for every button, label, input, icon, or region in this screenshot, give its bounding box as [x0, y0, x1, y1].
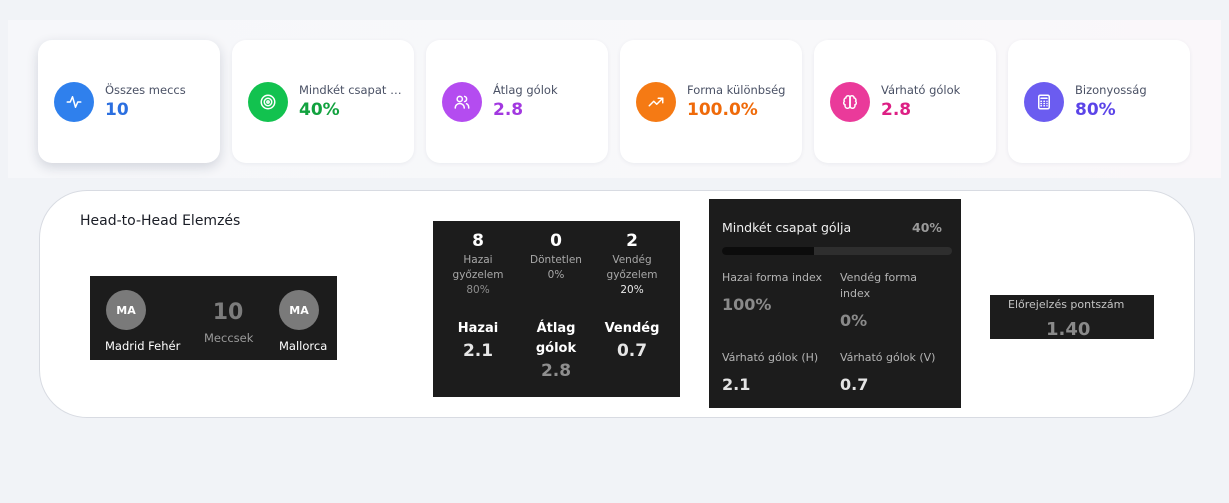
stat-label: Átlag gólok — [493, 83, 558, 97]
stat-label: Várható gólok — [881, 83, 961, 97]
stat-label: Mindkét csapat gólja — [299, 83, 404, 97]
stat-label: Összes meccs — [105, 83, 186, 97]
match-count: 10 — [212, 300, 244, 325]
stat-card-avg-goals: Átlag gólok 2.8 — [426, 40, 608, 163]
xg-away-label: Várható gólok (V) — [840, 351, 936, 364]
btts-progress-fill — [722, 247, 814, 255]
home-form-label: Hazai forma index — [722, 271, 823, 284]
home-team-name: Madrid Fehér — [105, 339, 181, 353]
prediction-label: Előrejelzés pontszám — [1008, 298, 1125, 311]
stat-label: Bizonyosság — [1075, 83, 1147, 97]
xg-home-value: 2.1 — [722, 375, 751, 394]
home-goals-label: Hazai — [457, 321, 499, 336]
home-wins-label: győzelem — [452, 269, 504, 281]
away-form-value: 0% — [840, 311, 868, 330]
away-goals-label: Vendég — [604, 321, 660, 336]
home-wins-pct: 80% — [466, 284, 490, 296]
away-wins-value: 2 — [626, 231, 638, 251]
stat-value: 100.0% — [687, 100, 758, 120]
home-goals-value: 2.1 — [462, 341, 494, 361]
stat-label: Forma különbség — [687, 83, 786, 97]
away-goals-value: 0.7 — [616, 341, 648, 361]
xg-home-label: Várható gólok (H) — [722, 351, 819, 364]
away-wins-pct: 20% — [620, 284, 644, 296]
results-breakdown: 8 Hazai győzelem 80% 0 Döntetlen 0% 2 Ve… — [433, 221, 680, 397]
btts-progress-bar — [722, 247, 952, 255]
stat-card-form-difference: Forma különbség 100.0% — [620, 40, 802, 163]
trending-up-icon — [636, 81, 676, 122]
h2h-title: Head-to-Head Elemzés — [80, 213, 241, 229]
xg-away-value: 0.7 — [840, 375, 869, 394]
prediction-score: Előrejelzés pontszám 1.40 — [990, 295, 1154, 340]
activity-icon — [54, 81, 94, 122]
away-wins-label: Vendég — [612, 254, 652, 266]
match-count-label: Meccsek — [204, 331, 254, 345]
home-wins-column: 8 Hazai győzelem 80% — [435, 231, 521, 298]
stat-card-btts: Mindkét csapat gólja 40% — [232, 40, 414, 163]
target-icon — [248, 81, 288, 122]
stat-value: 80% — [1075, 100, 1116, 120]
stat-value: 40% — [299, 100, 340, 120]
brain-icon — [830, 81, 870, 122]
users-icon — [442, 81, 482, 122]
away-team-avatar: MA — [279, 290, 319, 330]
calculator-icon — [1024, 81, 1064, 122]
avg-goals-label: Átlag — [536, 321, 576, 336]
stat-card-expected-goals: Várható gólok 2.8 — [814, 40, 996, 163]
draws-label: Döntetlen — [530, 254, 582, 266]
away-form-label: Vendég forma — [840, 271, 918, 284]
home-wins-value: 8 — [472, 231, 484, 251]
stat-card-confidence: Bizonyosság 80% — [1008, 40, 1190, 163]
draws-column: 0 Döntetlen 0% — [513, 231, 599, 283]
away-goals-column: Vendég 0.7 — [589, 319, 675, 361]
draws-pct: 0% — [547, 269, 565, 281]
avg-goals-label: gólok — [535, 341, 577, 356]
stat-value: 2.8 — [881, 100, 912, 120]
form-analysis: Mindkét csapat gólja 40% Hazai forma ind… — [709, 199, 961, 408]
home-wins-label: Hazai — [463, 254, 493, 266]
stat-value: 10 — [105, 100, 129, 120]
away-form-label: index — [840, 287, 871, 300]
stat-value: 2.8 — [493, 100, 524, 120]
avg-goals-value: 2.8 — [540, 361, 572, 381]
home-team-avatar: MA — [106, 290, 146, 330]
stat-card-total-matches: Összes meccs 10 — [38, 40, 220, 163]
teams-summary: MA Madrid Fehér 10 Meccsek MA Mallorca — [90, 276, 337, 360]
away-wins-label: győzelem — [606, 269, 658, 281]
btts-label: Mindkét csapat gólja — [722, 220, 852, 235]
home-form-value: 100% — [722, 295, 772, 314]
draws-value: 0 — [550, 231, 562, 251]
btts-value: 40% — [912, 220, 942, 235]
avg-goals-column: Átlag gólok 2.8 — [513, 319, 599, 381]
prediction-value: 1.40 — [1046, 319, 1091, 340]
away-wins-column: 2 Vendég győzelem 20% — [589, 231, 675, 298]
away-team-name: Mallorca — [279, 339, 328, 353]
home-goals-column: Hazai 2.1 — [435, 319, 521, 361]
